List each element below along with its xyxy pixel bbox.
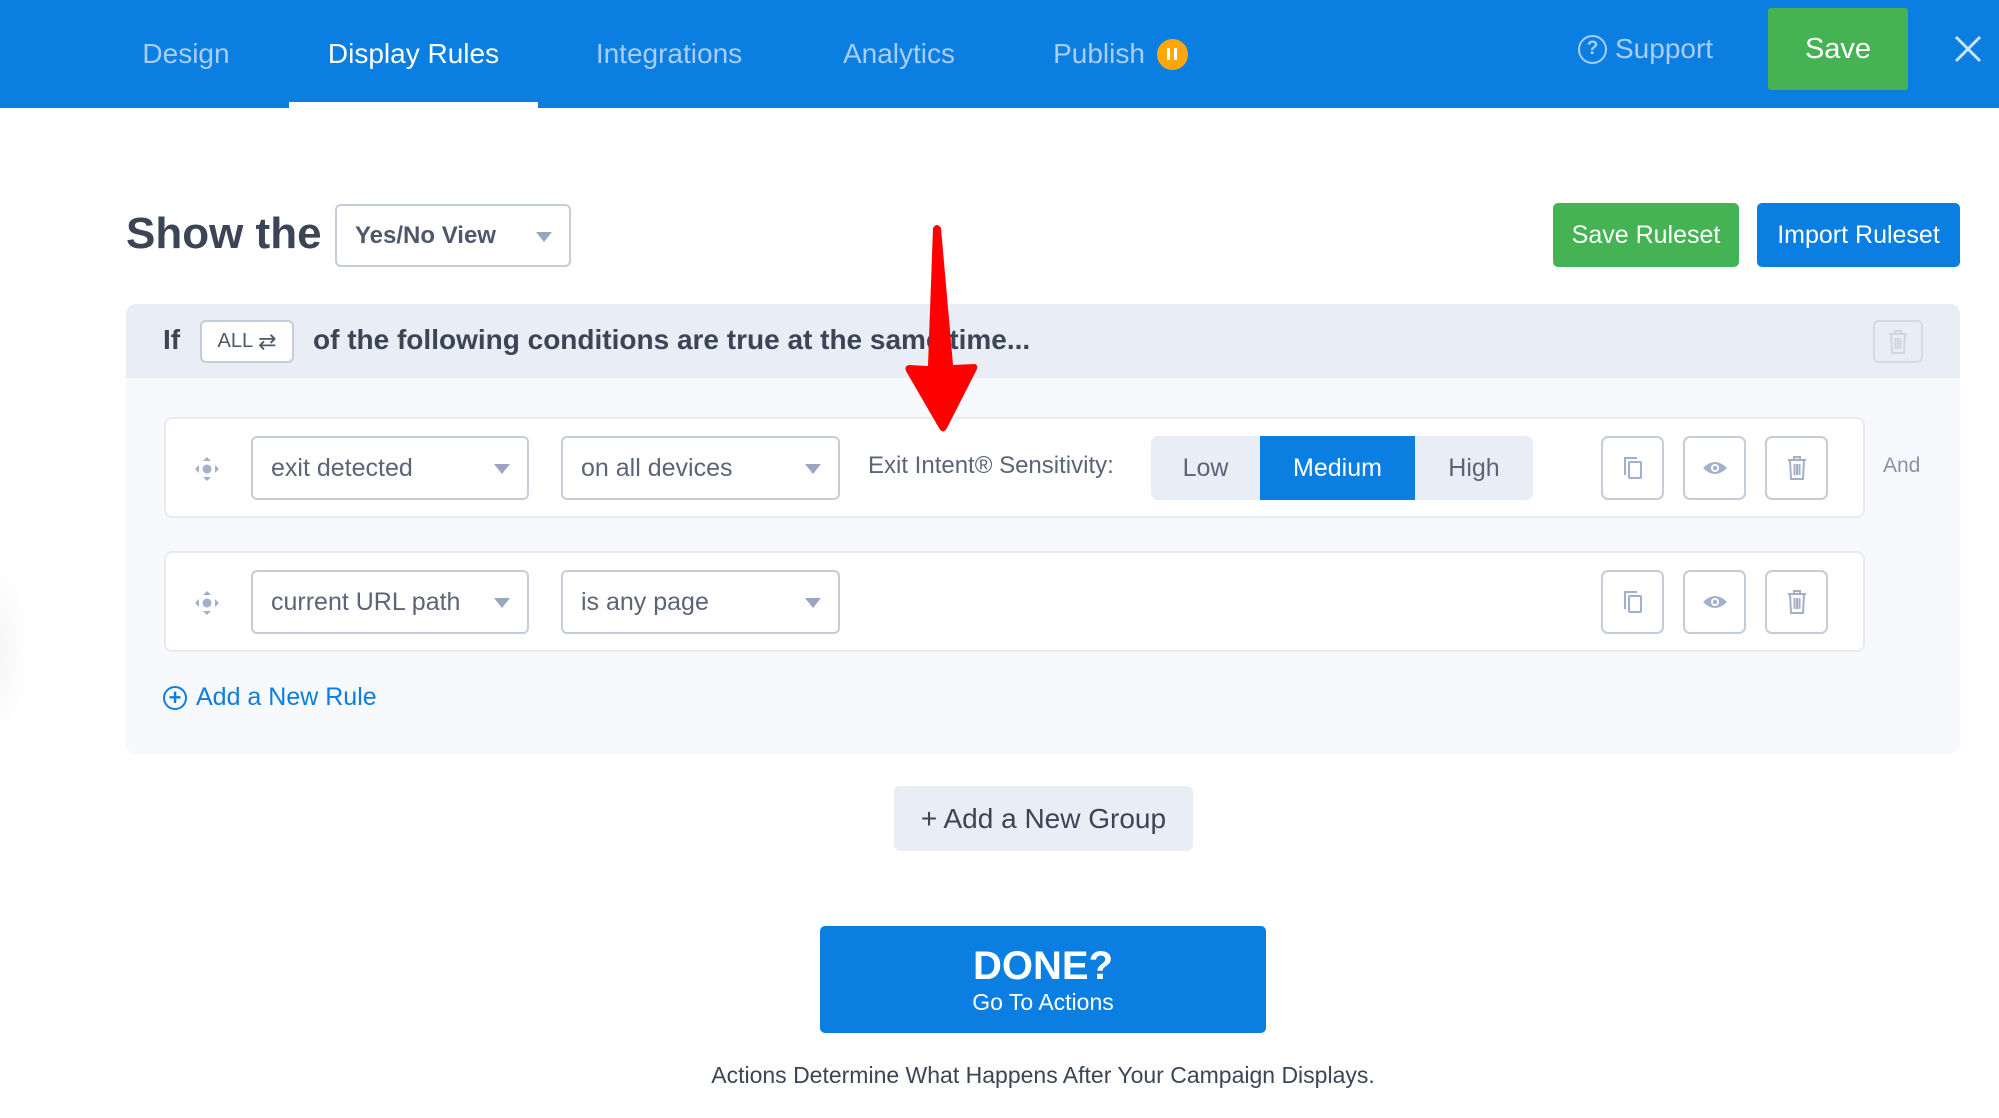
drag-handle-icon[interactable] [190, 586, 224, 620]
done-go-to-actions-button[interactable]: DONE? Go To Actions [820, 926, 1266, 1033]
match-type-value: ALL [217, 330, 254, 352]
add-rule-label: Add a New Rule [196, 683, 377, 711]
rule-qualifier-value: on all devices [581, 453, 733, 482]
rule-qualifier-select[interactable]: on all devices [561, 436, 840, 500]
chevron-down-icon [805, 464, 821, 474]
active-tab-indicator [289, 102, 538, 108]
match-type-toggle[interactable]: ALL ⇄ [200, 320, 294, 363]
sensitivity-high[interactable]: High [1415, 436, 1533, 500]
duplicate-rule-button[interactable] [1601, 436, 1664, 500]
sensitivity-segmented-control: Low Medium High [1151, 436, 1533, 500]
rule-trigger-value: current URL path [271, 587, 461, 616]
top-navigation-bar: Design Display Rules Integrations Analyt… [0, 0, 1999, 108]
sensitivity-medium[interactable]: Medium [1260, 436, 1415, 500]
rule-group: If ALL ⇄ of the following conditions are… [126, 304, 1960, 754]
paused-icon [1156, 38, 1188, 70]
delete-group-button[interactable] [1873, 320, 1923, 363]
delete-rule-button[interactable] [1765, 436, 1828, 500]
preview-rule-button[interactable] [1683, 436, 1746, 500]
if-label: If [163, 324, 181, 355]
tab-integrations[interactable]: Integrations [585, 0, 753, 108]
chevron-down-icon [494, 464, 510, 474]
tab-publish-label: Publish [1053, 38, 1145, 69]
done-subtitle: Go To Actions [972, 988, 1114, 1015]
rule-group-header: If ALL ⇄ of the following conditions are… [126, 304, 1960, 378]
rule-trigger-value: exit detected [271, 453, 413, 482]
delete-rule-button[interactable] [1765, 570, 1828, 634]
trash-icon [1787, 590, 1806, 614]
duplicate-rule-button[interactable] [1601, 570, 1664, 634]
rule-trigger-select[interactable]: exit detected [251, 436, 529, 500]
eye-icon [1702, 462, 1727, 474]
plus-circle-icon: + [163, 685, 187, 710]
eye-icon [1702, 596, 1727, 608]
drag-handle-icon[interactable] [190, 452, 224, 486]
tab-design[interactable]: Design [130, 0, 242, 108]
chevron-down-icon [494, 598, 510, 608]
tab-display-rules[interactable]: Display Rules [289, 0, 538, 108]
and-connector-label: And [1883, 454, 1921, 477]
rule-row: current URL path is any page [164, 551, 1865, 652]
rule-qualifier-select[interactable]: is any page [561, 570, 840, 634]
preview-rule-button[interactable] [1683, 570, 1746, 634]
swap-icon: ⇄ [258, 328, 277, 354]
edge-shadow [0, 560, 30, 740]
add-group-button[interactable]: + Add a New Group [894, 786, 1193, 851]
sensitivity-label: Exit Intent® Sensitivity: [868, 452, 1114, 479]
rule-trigger-select[interactable]: current URL path [251, 570, 529, 634]
actions-caption: Actions Determine What Happens After You… [711, 1062, 1375, 1088]
add-rule-link[interactable]: + Add a New Rule [163, 683, 377, 712]
done-title: DONE? [973, 943, 1113, 988]
view-select-value: Yes/No View [355, 221, 496, 249]
view-select[interactable]: Yes/No View [335, 204, 571, 267]
close-icon[interactable] [1950, 26, 1986, 72]
support-link[interactable]: ? Support [1578, 0, 1713, 98]
save-button[interactable]: Save [1768, 8, 1908, 90]
copy-icon [1623, 457, 1642, 479]
condition-text: of the following conditions are true at … [313, 324, 1031, 355]
save-ruleset-button[interactable]: Save Ruleset [1553, 203, 1739, 267]
import-ruleset-button[interactable]: Import Ruleset [1757, 203, 1960, 267]
rule-row: exit detected on all devices Exit Intent… [164, 417, 1865, 518]
chevron-down-icon [536, 231, 552, 242]
copy-icon [1623, 591, 1642, 613]
sensitivity-low[interactable]: Low [1151, 436, 1260, 500]
rule-qualifier-value: is any page [581, 587, 709, 616]
trash-icon [1889, 329, 1907, 354]
page-title: Show the [126, 209, 322, 258]
tab-analytics[interactable]: Analytics [834, 0, 964, 108]
support-label: Support [1615, 33, 1714, 64]
question-circle-icon: ? [1578, 34, 1607, 64]
chevron-down-icon [805, 598, 821, 608]
trash-icon [1787, 456, 1806, 480]
tab-publish[interactable]: Publish [1048, 0, 1193, 108]
